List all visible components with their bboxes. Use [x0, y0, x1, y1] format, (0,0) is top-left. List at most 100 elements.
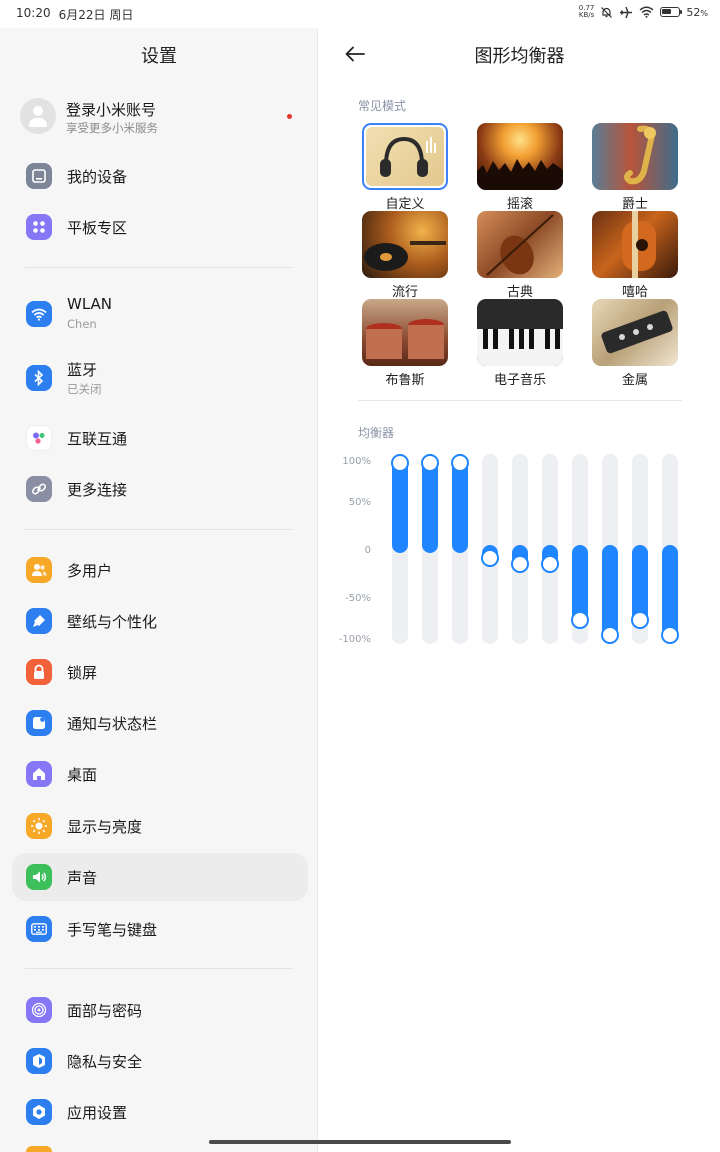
sidebar-item-label: 锁屏 [67, 664, 98, 682]
device-icon [26, 163, 52, 189]
mode-electronic[interactable]: 电子音乐 [477, 299, 563, 388]
sidebar-item-notifications[interactable]: 通知与状态栏 [12, 699, 308, 747]
sidebar-item-label: 互联互通 [67, 430, 128, 448]
equalizer-sliders: 100% 50% 0 -50% -100% [319, 448, 720, 658]
sidebar-item-display[interactable]: 显示与亮度 [12, 802, 308, 850]
eq-band-knob[interactable] [511, 555, 529, 574]
sidebar-item-label: 壁纸与个性化 [67, 613, 158, 631]
mode-classical[interactable]: 古典 [477, 211, 563, 300]
sidebar-item-sublabel: Chen [67, 317, 97, 331]
section-divider [25, 267, 293, 268]
mode-label: 自定义 [385, 197, 425, 212]
battery-icon [660, 7, 683, 17]
mode-thumbnail [592, 299, 678, 366]
eq-band-knob[interactable] [541, 555, 559, 574]
sidebar-item-my-device[interactable]: 我的设备 [12, 152, 308, 200]
sidebar-item-label: 面部与密码 [67, 1002, 143, 1020]
eq-band-knob[interactable] [391, 454, 409, 472]
wifi-status-icon [639, 6, 654, 18]
section-divider [25, 529, 293, 530]
mode-thumbnail [592, 211, 678, 278]
mode-jazz[interactable]: 爵士 [592, 123, 678, 212]
eq-band-slider[interactable] [451, 454, 469, 644]
eq-band-slider[interactable] [661, 454, 679, 644]
y-tick-label: 100% [342, 456, 371, 467]
eq-band-slider[interactable] [601, 454, 619, 644]
brush-icon [26, 608, 52, 634]
net-speed-indicator: 0.77 KB/s [578, 4, 595, 19]
sidebar-item-face-password[interactable]: 面部与密码 [12, 986, 308, 1034]
sidebar-item-label: 桌面 [67, 766, 98, 784]
sidebar-item-interconnect[interactable]: 互联互通 [12, 414, 308, 462]
eq-band-slider[interactable] [421, 454, 439, 644]
sidebar-item-app-settings[interactable]: 应用设置 [12, 1088, 308, 1136]
brightness-icon [26, 813, 52, 839]
mode-thumbnail [362, 299, 448, 366]
eq-band-knob[interactable] [451, 454, 469, 472]
sidebar-item-stylus-keyboard[interactable]: 手写笔与键盘 [12, 905, 308, 953]
battery-level: 52% [686, 5, 708, 19]
eq-band-knob[interactable] [571, 610, 589, 629]
mode-label: 嘻哈 [621, 285, 648, 300]
sidebar-item-bluetooth[interactable]: 蓝牙 已关闭 [12, 354, 308, 402]
mode-metal[interactable]: 金属 [592, 299, 678, 388]
eq-band-slider[interactable] [541, 454, 559, 644]
mode-thumbnail [362, 123, 448, 190]
privacy-shield-icon [26, 1048, 52, 1074]
mode-pop[interactable]: 流行 [362, 211, 448, 300]
section-divider [358, 400, 682, 401]
sidebar-item-multi-user[interactable]: 多用户 [12, 546, 308, 594]
sidebar-item-wallpaper[interactable]: 壁纸与个性化 [12, 597, 308, 645]
sidebar-item-lock-screen[interactable]: 锁屏 [12, 648, 308, 696]
y-tick-label: -100% [338, 634, 371, 645]
eq-band-knob[interactable] [421, 454, 439, 472]
account-login-item[interactable]: 登录小米账号 享受更多小米服务 [20, 98, 300, 138]
sidebar-item-more-connections[interactable]: 更多连接 [12, 465, 308, 513]
sidebar-item-wlan[interactable]: WLAN Chen [12, 290, 308, 338]
mode-hiphop[interactable]: 嘻哈 [592, 211, 678, 300]
eq-band-knob[interactable] [631, 610, 649, 629]
mode-custom[interactable]: 自定义 [362, 123, 448, 212]
speaker-icon [26, 864, 52, 890]
mode-label: 摇滚 [506, 197, 533, 212]
sidebar-item-privacy[interactable]: 隐私与安全 [12, 1037, 308, 1085]
eq-band-slider[interactable] [511, 454, 529, 644]
y-tick-label: 0 [364, 545, 371, 556]
y-tick-label: -50% [345, 593, 371, 604]
sidebar-item-label: 显示与亮度 [67, 818, 143, 836]
eq-band-slider[interactable] [571, 454, 589, 644]
settings-title: 设置 [141, 46, 177, 67]
eq-band-slider[interactable] [631, 454, 649, 644]
eq-band-knob[interactable] [481, 548, 499, 567]
headphones-icon [380, 136, 436, 177]
link-icon [26, 476, 52, 502]
eq-band-slider[interactable] [391, 454, 409, 644]
mode-blues[interactable]: 布鲁斯 [362, 299, 448, 388]
eq-band-knob[interactable] [661, 626, 679, 644]
sidebar-item-label: 手写笔与键盘 [67, 921, 158, 939]
sidebar-item-label: 应用设置 [67, 1104, 128, 1122]
next-item-icon-partial [26, 1146, 52, 1152]
mode-thumbnail [477, 299, 563, 366]
sidebar-item-label: 声音 [67, 869, 98, 887]
sidebar-item-label: WLAN [67, 295, 113, 313]
sidebar-item-sound[interactable]: 声音 [12, 853, 308, 901]
mode-thumbnail [477, 123, 563, 190]
status-time: 10:20 [16, 6, 51, 20]
notification-icon [26, 710, 52, 736]
mode-rock[interactable]: 摇滚 [477, 123, 563, 212]
sidebar-item-tablet-zone[interactable]: 平板专区 [12, 203, 308, 251]
keyboard-icon [26, 916, 52, 942]
eq-band-slider[interactable] [481, 454, 499, 644]
sidebar-item-label: 蓝牙 [67, 361, 98, 379]
bluetooth-icon [26, 365, 52, 391]
home-indicator[interactable] [209, 1140, 511, 1144]
sidebar-item-label: 通知与状态栏 [67, 715, 158, 733]
sidebar-item-desktop[interactable]: 桌面 [12, 750, 308, 798]
section-divider [25, 968, 293, 969]
mute-bell-icon [601, 6, 613, 18]
notification-dot [287, 114, 292, 119]
app-settings-icon [26, 1099, 52, 1125]
eq-band-knob[interactable] [601, 626, 619, 644]
sidebar-item-label: 多用户 [67, 562, 113, 580]
